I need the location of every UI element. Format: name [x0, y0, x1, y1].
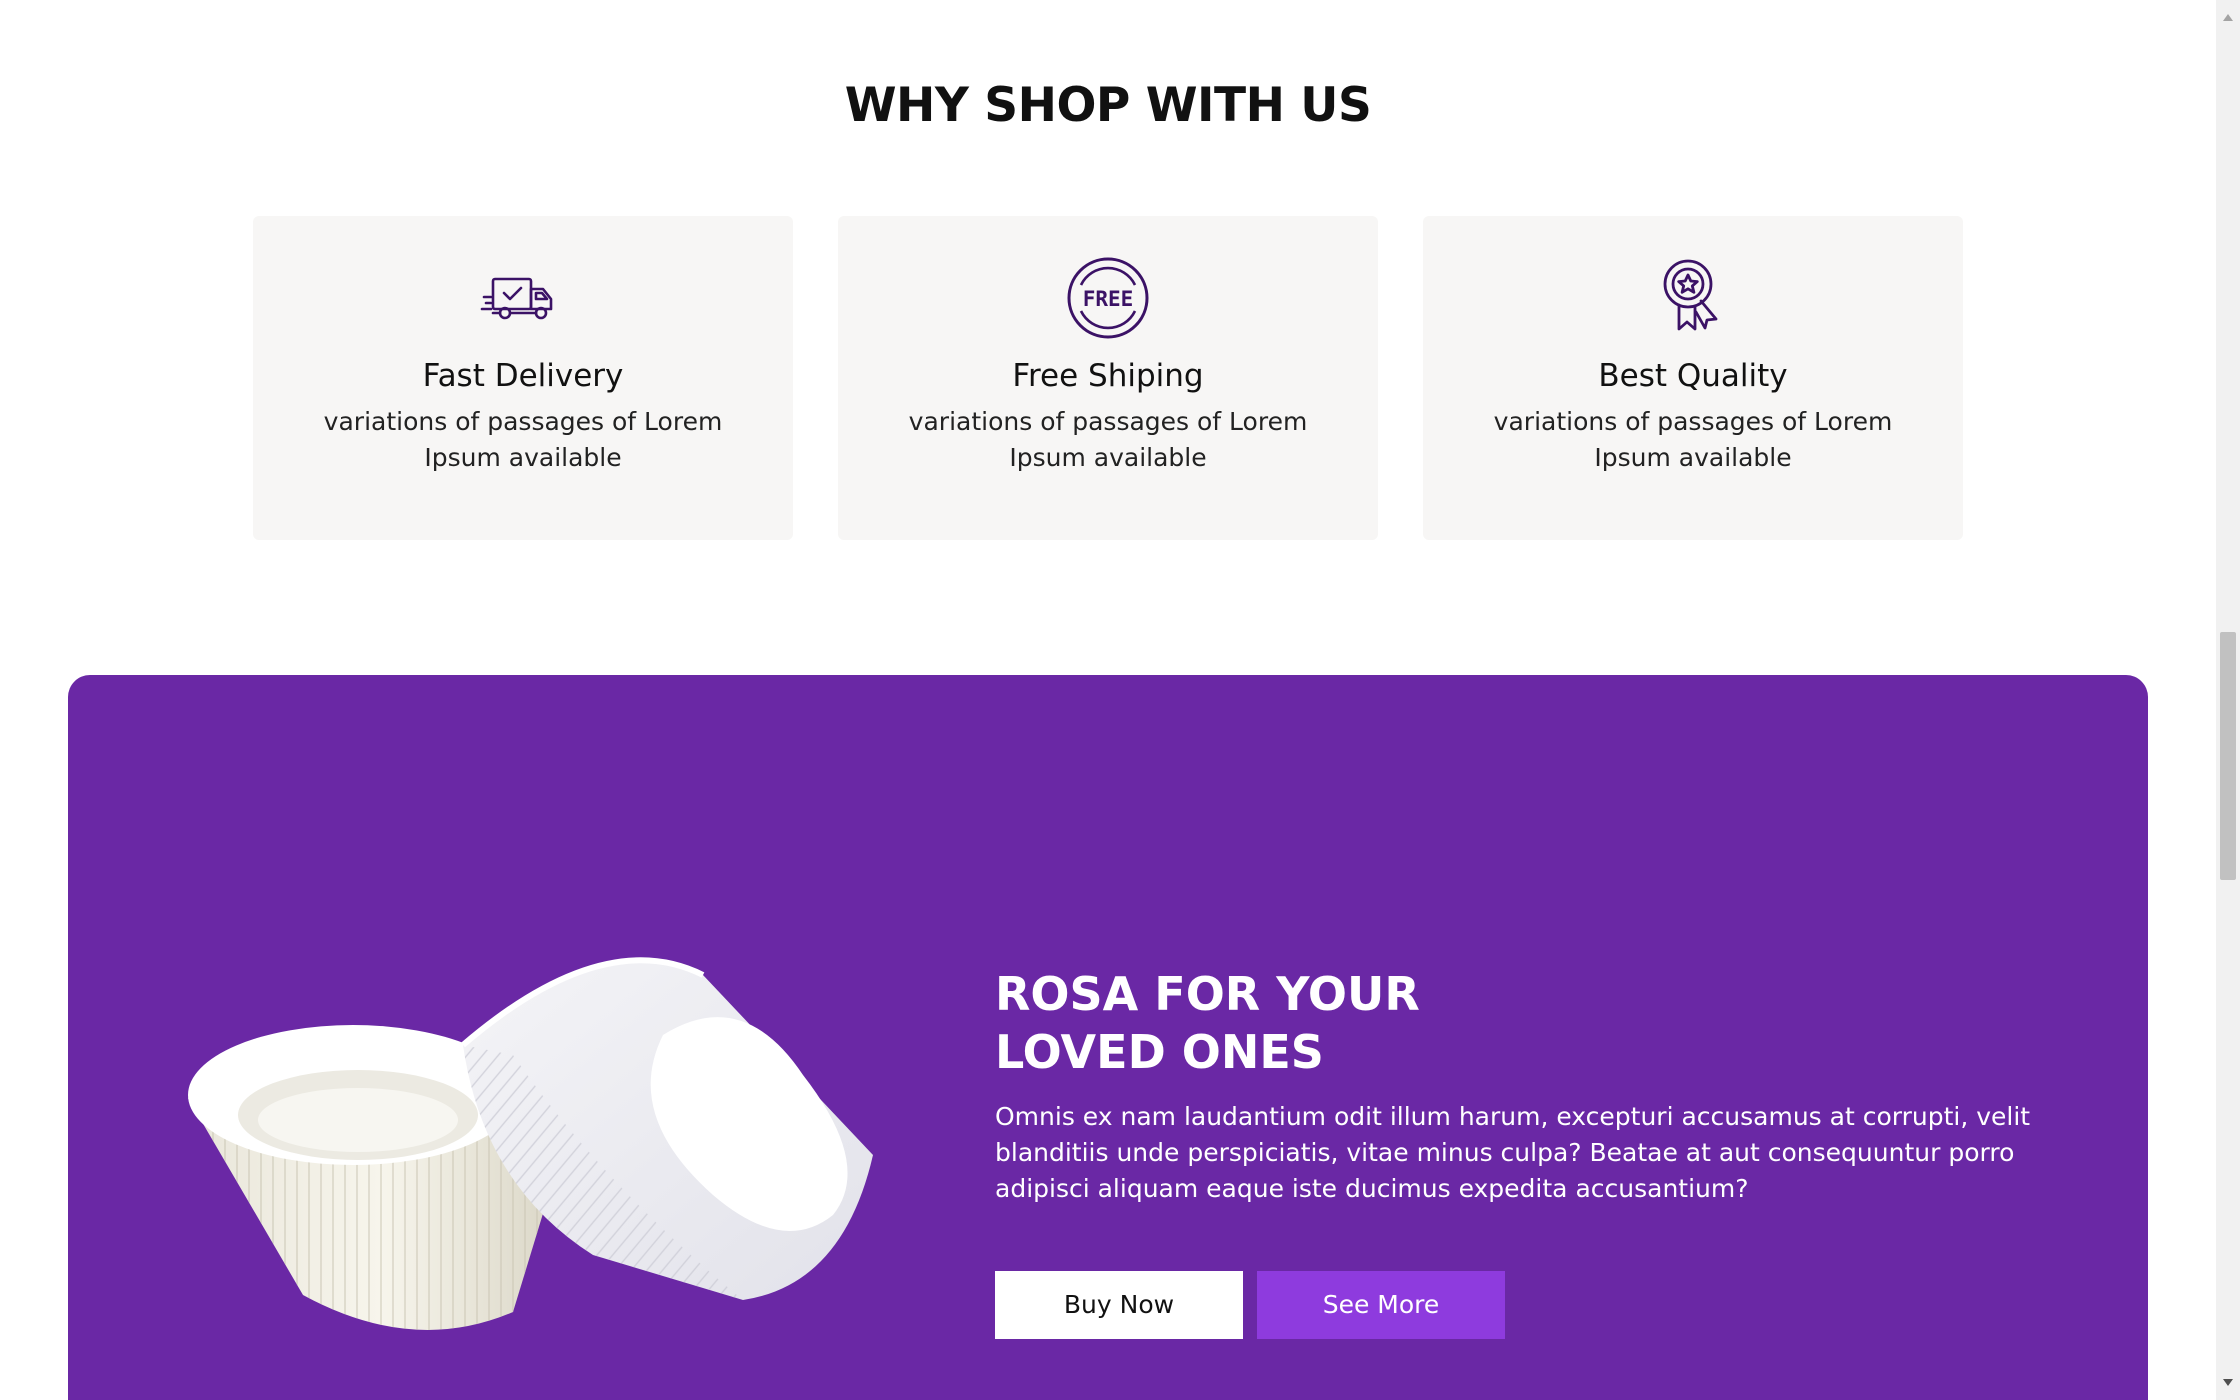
card-title: Fast Delivery [422, 358, 624, 394]
scroll-up-arrow-icon[interactable] [2223, 14, 2233, 21]
promo-title-line-1: ROSA FOR YOUR [995, 967, 1420, 1021]
scroll-down-arrow-icon[interactable] [2223, 1379, 2233, 1386]
promo-title-line-2: LOVED ONES [995, 1025, 1324, 1079]
scrollbar-thumb[interactable] [2220, 632, 2236, 880]
delivery-truck-icon [478, 253, 568, 343]
card-description: variations of passages of Lorem Ipsum av… [1493, 407, 1893, 472]
free-badge-icon: FREE [1063, 253, 1153, 343]
page-scrollbar[interactable] [2216, 0, 2240, 1400]
promo-banner: ROSA FOR YOUR LOVED ONES Omnis ex nam la… [68, 675, 2148, 1400]
card-title: Best Quality [1598, 358, 1788, 394]
feature-card-free-shipping: FREE Free Shiping variations of passages… [838, 216, 1378, 540]
quality-medal-icon [1648, 253, 1738, 343]
promo-title: ROSA FOR YOUR LOVED ONES [995, 965, 1695, 1081]
see-more-button[interactable]: See More [1257, 1271, 1505, 1339]
page: WHY SHOP WITH US Fast Delivery variation… [0, 0, 2240, 1400]
card-description: variations of passages of Lorem Ipsum av… [323, 407, 723, 472]
cupcake-liners-image [183, 955, 953, 1375]
card-title: Free Shiping [1012, 358, 1204, 394]
card-description: variations of passages of Lorem Ipsum av… [908, 407, 1308, 472]
buy-now-button[interactable]: Buy Now [995, 1271, 1243, 1339]
feature-card-best-quality: Best Quality variations of passages of L… [1423, 216, 1963, 540]
promo-description: Omnis ex nam laudantium odit illum harum… [995, 1102, 2031, 1203]
free-icon-text: FREE [1083, 287, 1134, 311]
section-title: WHY SHOP WITH US [844, 78, 1372, 133]
feature-card-fast-delivery: Fast Delivery variations of passages of … [253, 216, 793, 540]
